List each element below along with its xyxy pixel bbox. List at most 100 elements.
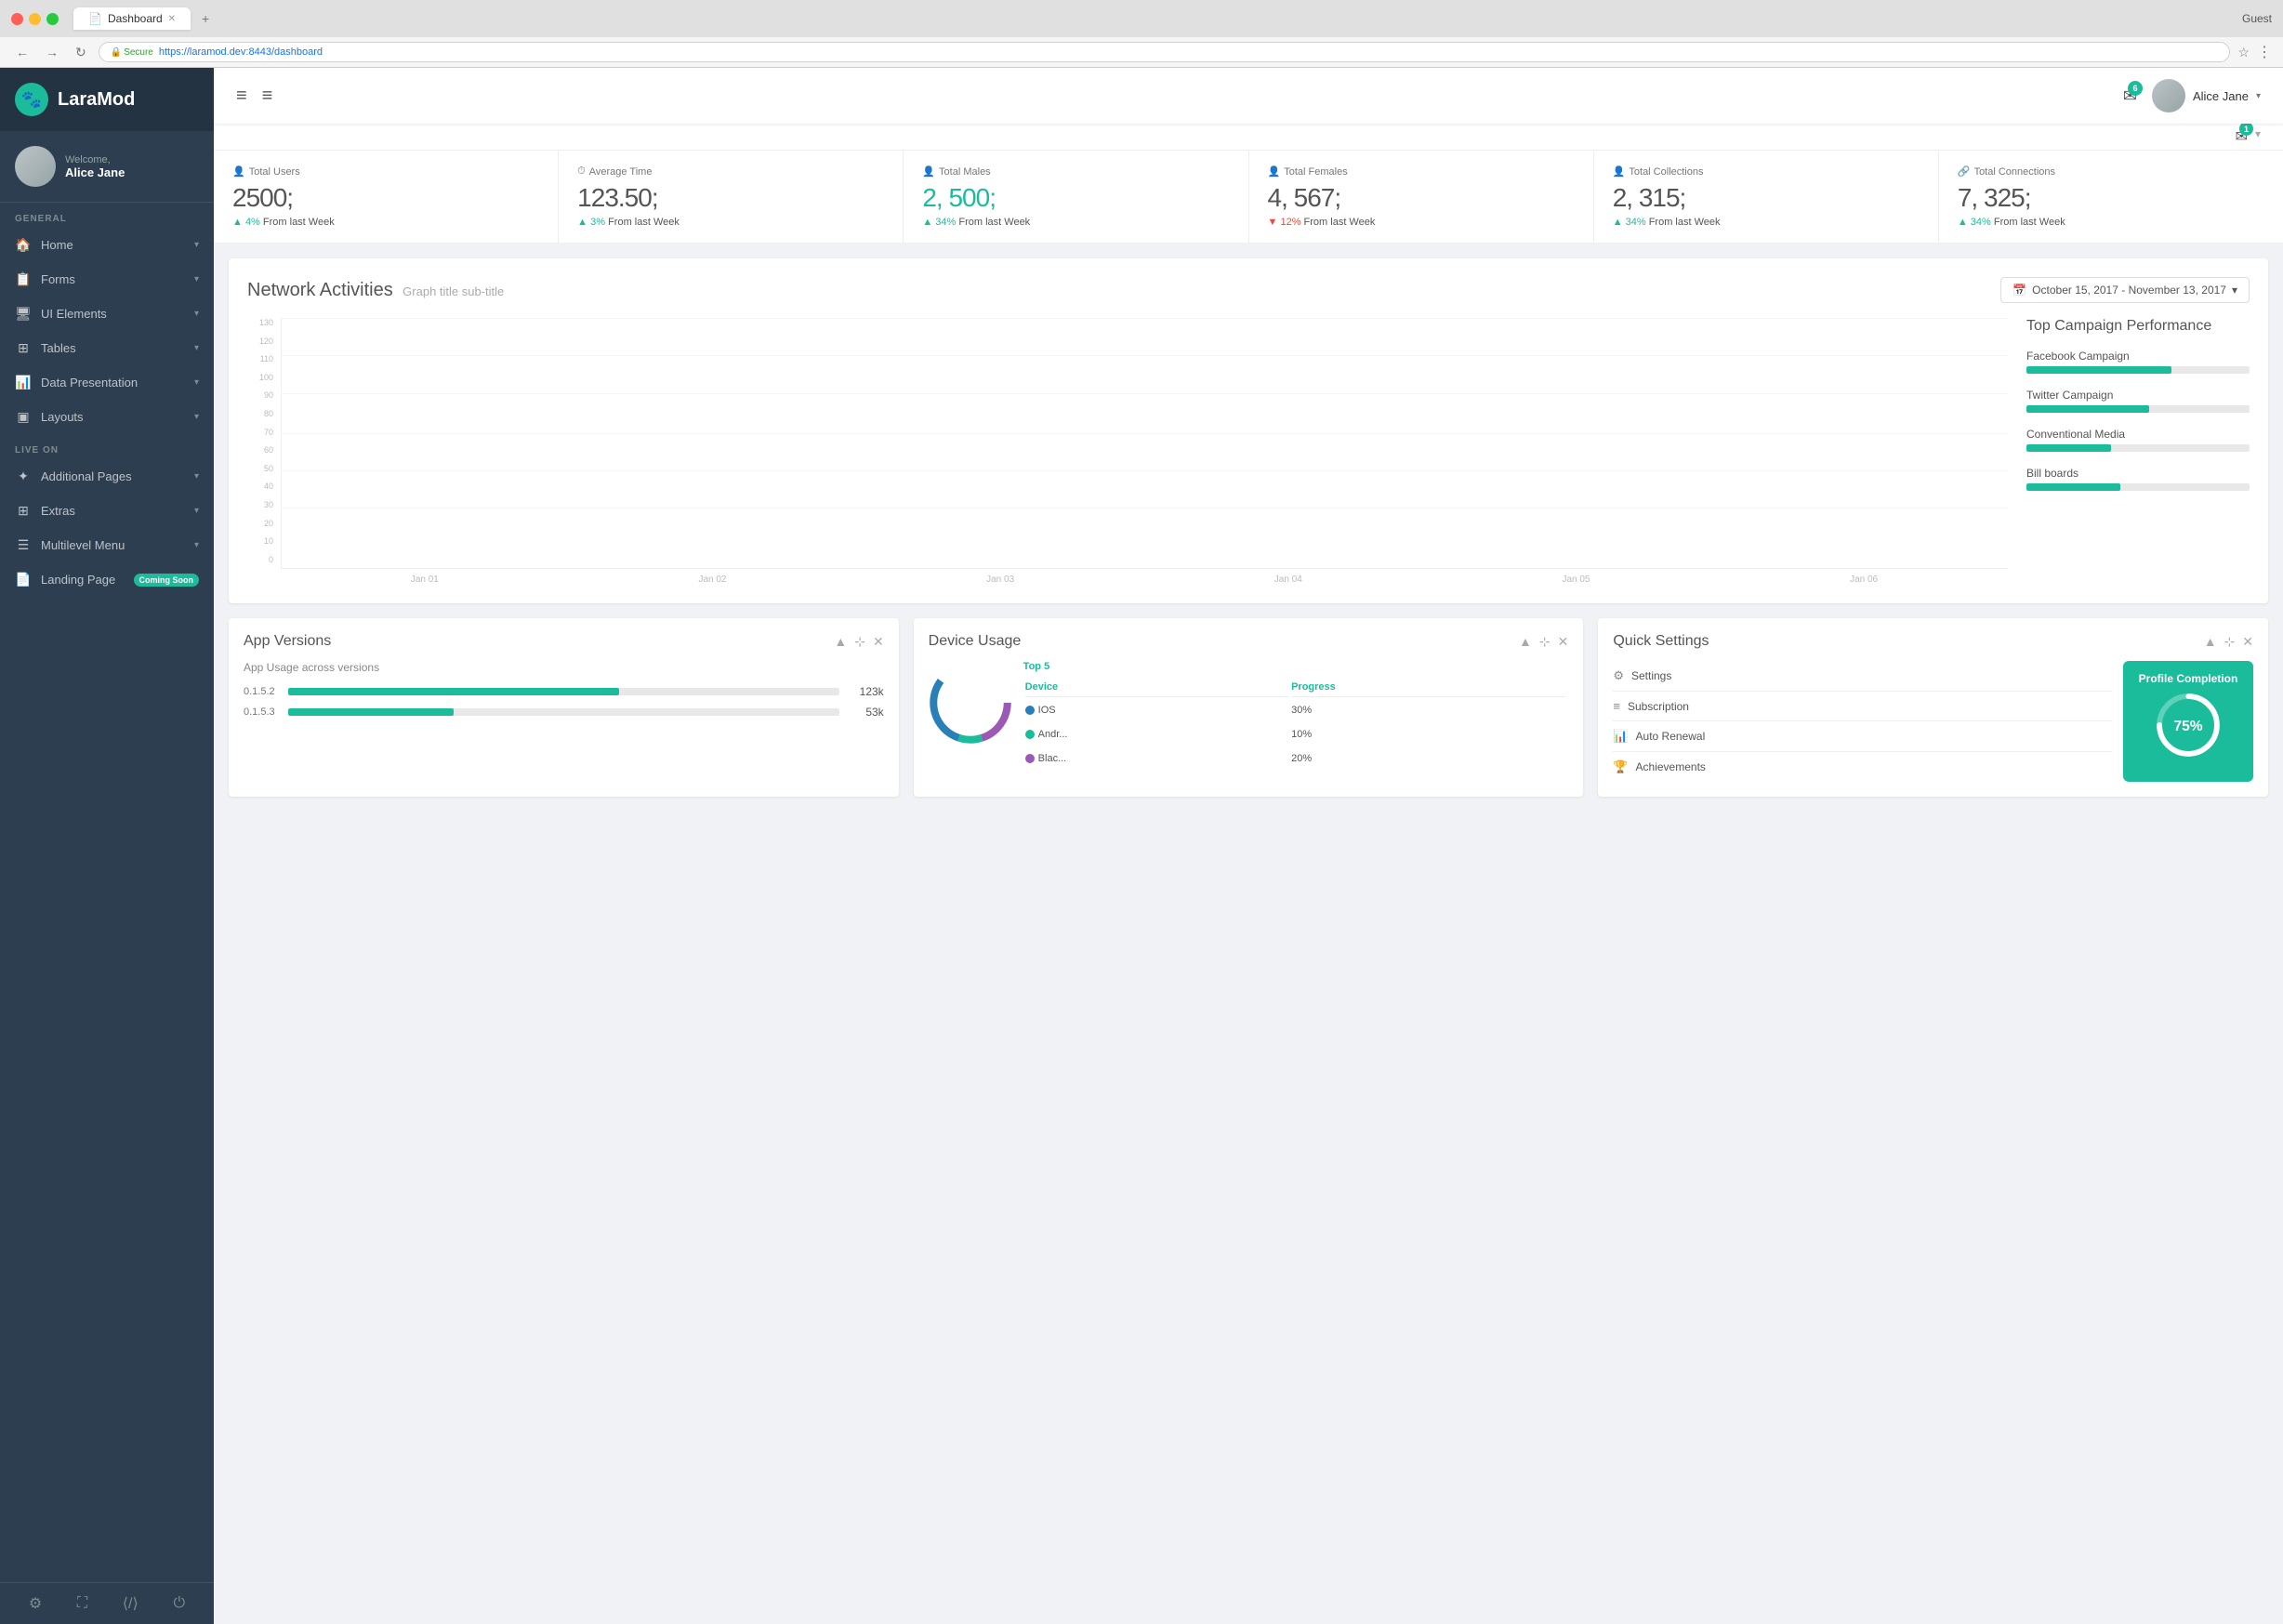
close-card-icon[interactable]: ✕: [1558, 634, 1569, 650]
logo-icon: 🐾: [15, 83, 48, 116]
dropdown-arrow[interactable]: ▾: [2255, 127, 2261, 146]
maximize-button[interactable]: [46, 13, 59, 25]
date-range-picker[interactable]: 📅 October 15, 2017 - November 13, 2017 ▾: [2000, 277, 2250, 303]
x-axis: Jan 01 Jan 02 Jan 03 Jan 04 Jan 05 Jan 0…: [281, 574, 2008, 585]
sidebar-item-multilevel-menu[interactable]: ☰ Multilevel Menu ▾: [0, 528, 214, 562]
new-tab-button[interactable]: +: [194, 7, 217, 30]
minimize-button[interactable]: [29, 13, 41, 25]
total-users-value: 2500;: [232, 183, 539, 213]
blackberry-dot: [1025, 754, 1035, 763]
sidebar-item-forms[interactable]: 📋 Forms ▾: [0, 262, 214, 297]
user-avatar: [2152, 79, 2185, 112]
code-icon[interactable]: ⟨/⟩: [123, 1594, 139, 1613]
profile-completion-title: Profile Completion: [2139, 672, 2238, 685]
settings-item-achievements[interactable]: 🏆 Achievements: [1613, 752, 2112, 782]
tab-close-icon[interactable]: ✕: [168, 14, 176, 24]
sidebar-item-tables[interactable]: ⊞ Tables ▾: [0, 331, 214, 365]
general-section-label: GENERAL: [0, 203, 214, 228]
close-card-icon[interactable]: ✕: [2242, 634, 2253, 650]
settings-card-icon[interactable]: ⊹: [1539, 634, 1551, 650]
device-row-android: Andr... 10%: [1025, 723, 1567, 746]
user-menu[interactable]: Alice Jane ▾: [2152, 79, 2261, 112]
collapse-icon[interactable]: ▲: [1519, 634, 1532, 650]
campaign-bar: [2026, 444, 2111, 452]
network-activities-subtitle: Graph title sub-title: [402, 284, 504, 298]
ios-dot: [1025, 706, 1035, 715]
profile-info: Welcome, Alice Jane: [65, 154, 125, 179]
total-females-icon: 👤: [1268, 165, 1281, 178]
welcome-text: Welcome,: [65, 154, 125, 165]
sidebar-item-home[interactable]: 🏠 Home ▾: [0, 228, 214, 262]
version-bar-wrap: [288, 708, 839, 716]
stat-total-males: 👤 Total Males 2, 500; ▲ 34% From last We…: [904, 151, 1248, 243]
device-usage-header: Device Usage ▲ ⊹ ✕: [929, 633, 1569, 650]
y-label-40: 40: [247, 482, 273, 491]
settings-footer-icon[interactable]: ⚙: [29, 1594, 42, 1613]
campaign-name: Twitter Campaign: [2026, 389, 2250, 402]
settings-item-auto-renewal[interactable]: 📊 Auto Renewal: [1613, 721, 2112, 752]
power-icon[interactable]: ⏻: [173, 1595, 185, 1612]
total-males-icon: 👤: [922, 165, 935, 178]
chevron-icon: ▾: [194, 274, 199, 284]
sidebar-item-landing-page[interactable]: 📄 Landing Page Coming Soon: [0, 562, 214, 597]
y-label-20: 20: [247, 519, 273, 528]
version-row-1: 0.1.5.2 123k: [244, 685, 884, 698]
close-button[interactable]: [11, 13, 23, 25]
sidebar-item-data-presentation[interactable]: 📊 Data Presentation ▾: [0, 365, 214, 400]
sidebar-item-extras[interactable]: ⊞ Extras ▾: [0, 494, 214, 528]
sidebar-item-additional-pages[interactable]: ✦ Additional Pages ▾: [0, 459, 214, 494]
hamburger-icon[interactable]: ≡: [236, 86, 247, 107]
campaign-facebook: Facebook Campaign: [2026, 350, 2250, 374]
stat-average-time: ⏱ Average Time 123.50; ▲ 3% From last We…: [559, 151, 904, 243]
app-versions-title: App Versions: [244, 633, 331, 650]
refresh-button[interactable]: ↻: [71, 43, 91, 62]
sidebar-item-ui-elements[interactable]: 🖥 UI Elements ▾: [0, 297, 214, 331]
settings-item-subscription[interactable]: ≡ Subscription: [1613, 692, 2112, 721]
col-device: Device: [1025, 678, 1289, 697]
back-button[interactable]: ←: [11, 43, 33, 61]
forward-button[interactable]: →: [41, 43, 63, 61]
collapse-icon[interactable]: ▲: [834, 634, 847, 650]
donut-chart: [929, 661, 1012, 749]
settings-card-icon[interactable]: ⊹: [2224, 634, 2236, 650]
total-users-icon: 👤: [232, 165, 245, 178]
campaign-bar-wrap: [2026, 483, 2250, 491]
settings-label: Subscription: [1628, 700, 1689, 713]
device-usage-title: Device Usage: [929, 633, 1022, 650]
settings-label: Auto Renewal: [1636, 730, 1706, 743]
card-controls: ▲ ⊹ ✕: [834, 634, 883, 650]
collapse-icon[interactable]: ▲: [2204, 634, 2217, 650]
stats-row: 👤 Total Users 2500; ▲ 4% From last Week …: [214, 151, 2283, 244]
campaign-twitter: Twitter Campaign: [2026, 389, 2250, 413]
sidebar-item-label: Landing Page: [41, 573, 115, 587]
chart-area: 0 10 20 30 40 50 60 70 80 90 100 110: [247, 318, 2250, 585]
sidebar: 🐾 LaraMod Welcome, Alice Jane GENERAL 🏠 …: [0, 68, 214, 1624]
quick-settings-card: Quick Settings ▲ ⊹ ✕ ⚙ Settings: [1598, 618, 2268, 797]
browser-menu-icon[interactable]: ⋮: [2257, 43, 2272, 61]
tab-dashboard[interactable]: 📄 Dashboard ✕: [73, 7, 191, 30]
stat-total-users: 👤 Total Users 2500; ▲ 4% From last Week: [214, 151, 559, 243]
settings-item-settings[interactable]: ⚙ Settings: [1613, 661, 2112, 692]
average-time-change: ▲ 3% From last Week: [577, 217, 884, 228]
expand-icon[interactable]: ⛶: [77, 1595, 87, 1612]
url-bar[interactable]: 🔒 Secure https://laramod.dev:8443/dashbo…: [99, 42, 2231, 62]
notification-badge: 6: [2128, 81, 2143, 96]
network-activities-header: Network Activities Graph title sub-title…: [247, 277, 2250, 303]
y-label-80: 80: [247, 409, 273, 418]
topbar-user-name: Alice Jane: [2193, 89, 2249, 103]
x-label-jan01: Jan 01: [411, 574, 439, 585]
secondary-notification-button[interactable]: ✉ 1: [2236, 127, 2248, 146]
close-card-icon[interactable]: ✕: [873, 634, 884, 650]
average-time-value: 123.50;: [577, 183, 884, 213]
hamburger2-icon[interactable]: ≡: [262, 86, 273, 107]
chevron-icon: ▾: [194, 540, 199, 550]
notification-button[interactable]: ✉ 6: [2123, 86, 2137, 106]
sidebar-item-layouts[interactable]: ▣ Layouts ▾: [0, 400, 214, 434]
total-collections-label: Total Collections: [1629, 166, 1703, 178]
device-name: IOS: [1038, 705, 1056, 716]
android-dot: [1025, 730, 1035, 739]
multilevel-menu-icon: ☰: [15, 537, 32, 553]
bookmark-icon[interactable]: ☆: [2237, 45, 2250, 60]
settings-card-icon[interactable]: ⊹: [854, 634, 865, 650]
tables-icon: ⊞: [15, 340, 32, 356]
